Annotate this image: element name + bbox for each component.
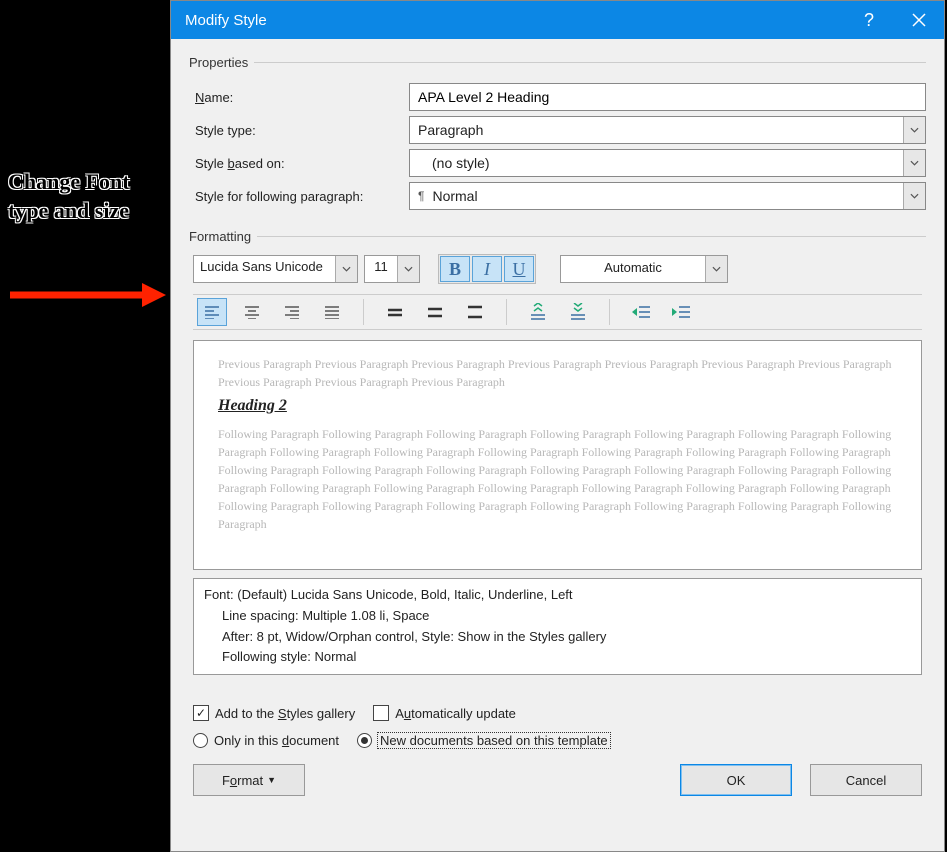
font-color-value: Automatic: [561, 256, 705, 282]
following-value: ¶Normal: [410, 188, 903, 204]
name-input[interactable]: [409, 83, 926, 111]
format-button[interactable]: Format ▼: [193, 764, 305, 796]
help-button[interactable]: ?: [844, 1, 894, 39]
titlebar: Modify Style ?: [171, 1, 944, 39]
desc-line-2: Line spacing: Multiple 1.08 li, Space: [204, 606, 911, 627]
chevron-down-icon: [397, 256, 419, 282]
formatting-group: Formatting Lucida Sans Unicode 11 B I U: [189, 229, 926, 693]
checkbox-unchecked-icon: [373, 705, 389, 721]
desc-line-1: Font: (Default) Lucida Sans Unicode, Bol…: [204, 585, 911, 606]
template-label: New documents based on this template: [378, 733, 610, 748]
decrease-indent-button[interactable]: [626, 298, 656, 326]
following-label: Style for following paragraph:: [189, 189, 409, 204]
properties-legend: Properties: [189, 55, 254, 70]
line-spacing-15-button[interactable]: [420, 298, 450, 326]
chevron-down-icon: [335, 256, 357, 282]
style-description-box: Font: (Default) Lucida Sans Unicode, Bol…: [193, 578, 922, 675]
preview-heading-sample: Heading 2: [218, 397, 897, 415]
desc-line-3: After: 8 pt, Widow/Orphan control, Style…: [204, 627, 911, 648]
only-document-radio[interactable]: Only in this document: [193, 733, 339, 748]
space-before-increase-button[interactable]: [523, 298, 553, 326]
font-size-combo[interactable]: 11: [364, 255, 420, 283]
align-center-button[interactable]: [237, 298, 267, 326]
line-spacing-2-button[interactable]: [460, 298, 490, 326]
template-radio[interactable]: New documents based on this template: [357, 733, 610, 748]
space-before-decrease-button[interactable]: [563, 298, 593, 326]
paragraph-toolbar: [193, 294, 922, 330]
radio-unchecked-icon: [193, 733, 208, 748]
annotation-text: Change Font type and size: [8, 168, 158, 225]
style-type-combo[interactable]: Paragraph: [409, 116, 926, 144]
based-on-value: (no style): [410, 155, 903, 171]
following-combo[interactable]: ¶Normal: [409, 182, 926, 210]
underline-button[interactable]: U: [504, 256, 534, 282]
auto-update-checkbox[interactable]: Automatically update: [373, 705, 516, 721]
based-on-label: Style based on:: [189, 156, 409, 171]
formatting-legend: Formatting: [189, 229, 257, 244]
properties-group: Properties Name: Style type: Paragraph S…: [189, 55, 926, 221]
dialog-title: Modify Style: [185, 12, 267, 29]
annotation-arrow-icon: [6, 280, 166, 310]
font-name-value: Lucida Sans Unicode: [194, 256, 335, 282]
align-right-button[interactable]: [277, 298, 307, 326]
checkbox-checked-icon: ✓: [193, 705, 209, 721]
font-size-value: 11: [365, 256, 397, 282]
chevron-down-icon: [903, 150, 925, 176]
ok-button[interactable]: OK: [680, 764, 792, 796]
preview-previous-text: Previous Paragraph Previous Paragraph Pr…: [218, 355, 897, 391]
chevron-down-icon: [903, 117, 925, 143]
italic-button[interactable]: I: [472, 256, 502, 282]
dropdown-caret-icon: ▼: [267, 775, 276, 785]
only-document-label: Only in this document: [214, 733, 339, 748]
chevron-down-icon: [705, 256, 727, 282]
modify-style-dialog: Modify Style ? Properties Name: Style ty…: [170, 0, 945, 852]
close-icon: [912, 13, 926, 27]
style-type-value: Paragraph: [410, 122, 903, 138]
chevron-down-icon: [903, 183, 925, 209]
style-preview-box: Previous Paragraph Previous Paragraph Pr…: [193, 340, 922, 570]
align-justify-button[interactable]: [317, 298, 347, 326]
close-button[interactable]: [894, 1, 944, 39]
add-to-gallery-checkbox[interactable]: ✓ Add to the Styles gallery: [193, 705, 355, 721]
cancel-button[interactable]: Cancel: [810, 764, 922, 796]
based-on-combo[interactable]: (no style): [409, 149, 926, 177]
line-spacing-1-button[interactable]: [380, 298, 410, 326]
font-color-combo[interactable]: Automatic: [560, 255, 728, 283]
pilcrow-icon: ¶: [418, 189, 424, 203]
font-name-combo[interactable]: Lucida Sans Unicode: [193, 255, 358, 283]
bold-button[interactable]: B: [440, 256, 470, 282]
preview-following-text: Following Paragraph Following Paragraph …: [218, 425, 897, 533]
name-label: Name:: [189, 90, 409, 105]
style-type-label: Style type:: [189, 123, 409, 138]
desc-line-4: Following style: Normal: [204, 647, 911, 668]
auto-update-label: Automatically update: [395, 706, 516, 721]
align-left-button[interactable]: [197, 298, 227, 326]
increase-indent-button[interactable]: [666, 298, 696, 326]
radio-checked-icon: [357, 733, 372, 748]
add-to-gallery-label: Add to the Styles gallery: [215, 706, 355, 721]
